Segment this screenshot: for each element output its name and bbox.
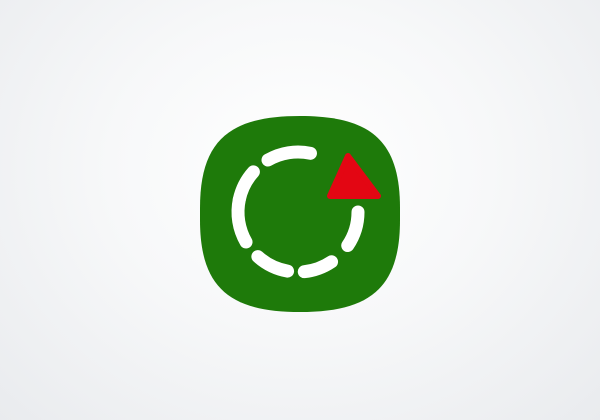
- icon-background: [200, 116, 400, 312]
- app-icon-graphic: [200, 116, 400, 312]
- app-icon[interactable]: [200, 116, 400, 312]
- screen: [0, 0, 600, 420]
